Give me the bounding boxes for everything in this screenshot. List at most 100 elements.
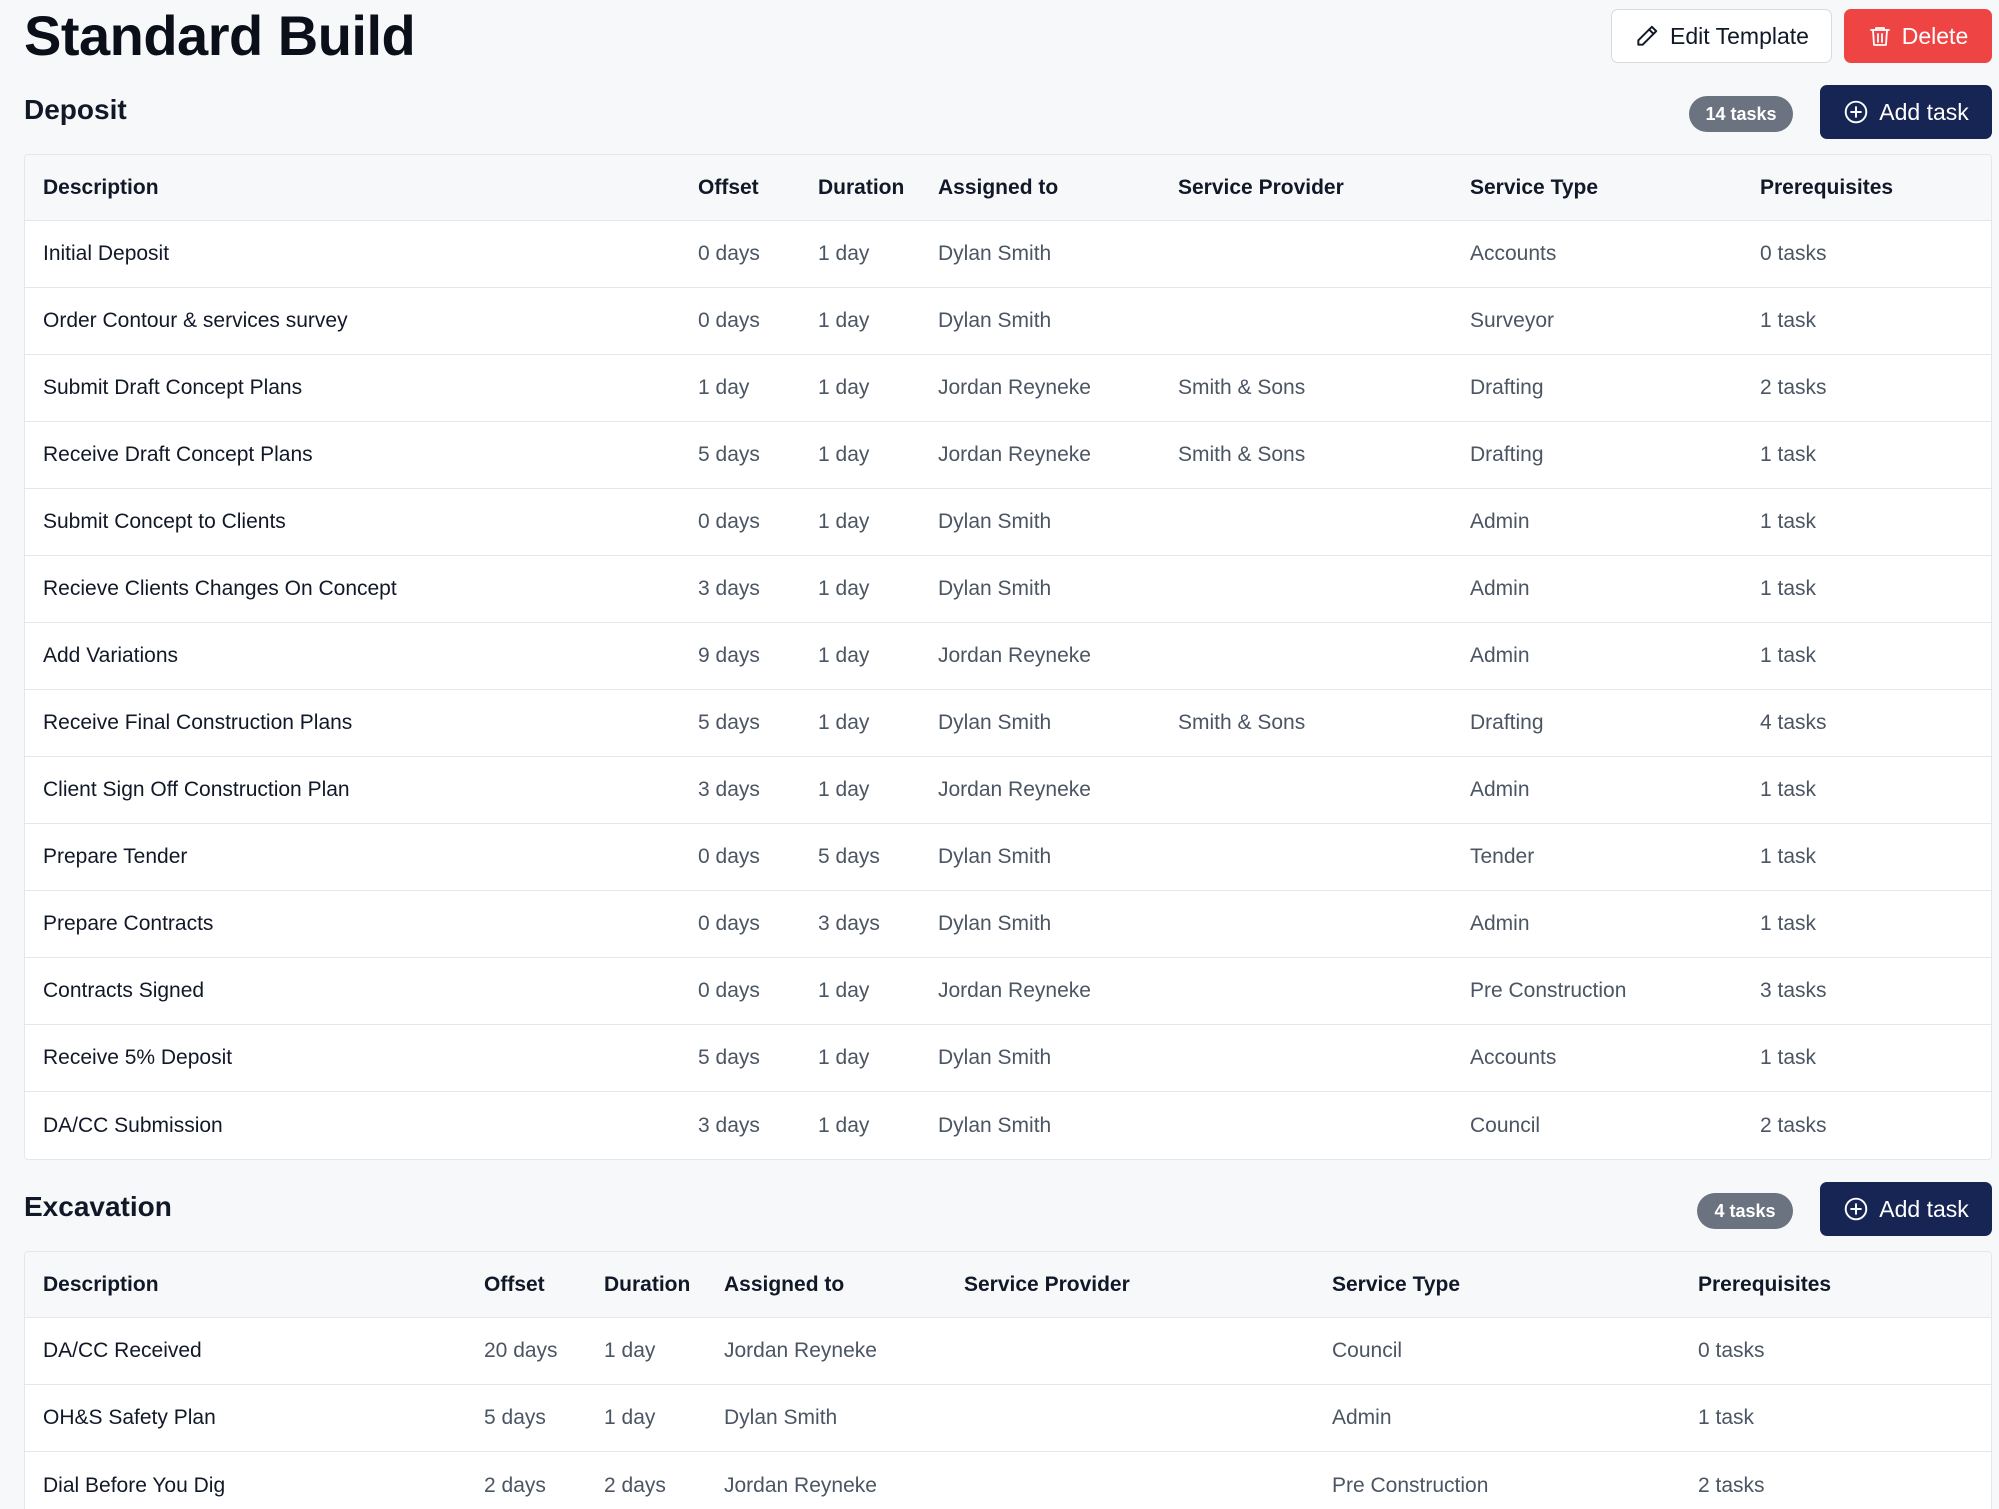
- cell-duration: 1 day: [818, 422, 869, 488]
- cell-duration: 5 days: [818, 824, 880, 890]
- cell-assigned: Dylan Smith: [938, 221, 1051, 287]
- cell-offset: 5 days: [484, 1385, 546, 1451]
- cell-service-type: Admin: [1470, 556, 1530, 622]
- cell-assigned: Jordan Reyneke: [724, 1318, 877, 1384]
- column-header-service-type: Service Type: [1332, 1252, 1460, 1317]
- section-deposit: Deposit14 tasksAdd taskDescriptionOffset…: [24, 76, 1992, 146]
- table-row[interactable]: Contracts Signed0 days1 dayJordan Reynek…: [25, 958, 1991, 1025]
- cell-assigned: Jordan Reyneke: [938, 623, 1091, 689]
- column-header-assigned: Assigned to: [724, 1252, 844, 1317]
- cell-duration: 1 day: [818, 757, 869, 823]
- table-row[interactable]: OH&S Safety Plan5 days1 dayDylan SmithAd…: [25, 1385, 1991, 1452]
- cell-duration: 1 day: [818, 958, 869, 1024]
- section-title: Excavation: [24, 1191, 172, 1223]
- section-header: Deposit 14 tasks Add task: [24, 76, 1992, 146]
- cell-service-type: Drafting: [1470, 690, 1544, 756]
- page: Standard Build Edit Template Delete: [24, 0, 1992, 78]
- cell-description: Receive Final Construction Plans: [43, 690, 352, 756]
- cell-offset: 0 days: [698, 958, 760, 1024]
- cell-offset: 0 days: [698, 824, 760, 890]
- cell-assigned: Dylan Smith: [938, 556, 1051, 622]
- cell-duration: 1 day: [604, 1318, 655, 1384]
- cell-description: Prepare Contracts: [43, 891, 213, 957]
- cell-service-type: Accounts: [1470, 1025, 1556, 1091]
- cell-prerequisites: 3 tasks: [1760, 958, 1827, 1024]
- cell-assigned: Dylan Smith: [938, 690, 1051, 756]
- table-row[interactable]: Submit Concept to Clients0 days1 dayDyla…: [25, 489, 1991, 556]
- column-header-duration: Duration: [818, 155, 904, 220]
- cell-duration: 1 day: [818, 690, 869, 756]
- add-task-button[interactable]: Add task: [1820, 1182, 1992, 1236]
- section-title: Deposit: [24, 94, 127, 126]
- table-row[interactable]: Client Sign Off Construction Plan3 days1…: [25, 757, 1991, 824]
- cell-prerequisites: 1 task: [1760, 891, 1816, 957]
- table-row[interactable]: Recieve Clients Changes On Concept 3 days…: [25, 556, 1991, 623]
- table-row[interactable]: Receive 5% Deposit5 days1 dayDylan Smith…: [25, 1025, 1991, 1092]
- table-row[interactable]: Prepare Contracts0 days3 daysDylan Smith…: [25, 891, 1991, 958]
- cell-offset: 5 days: [698, 1025, 760, 1091]
- cell-duration: 1 day: [818, 355, 869, 421]
- cell-assigned: Jordan Reyneke: [938, 422, 1091, 488]
- cell-service-type: Surveyor: [1470, 288, 1554, 354]
- table-row[interactable]: Add Variations9 days1 dayJordan ReynekeA…: [25, 623, 1991, 690]
- table-row[interactable]: Order Contour & services survey0 days1 d…: [25, 288, 1991, 355]
- cell-offset: 3 days: [698, 556, 760, 622]
- cell-service-type: Admin: [1470, 623, 1530, 689]
- cell-service-type: Pre Construction: [1470, 958, 1626, 1024]
- column-header-offset: Offset: [698, 155, 759, 220]
- edit-template-button[interactable]: Edit Template: [1611, 9, 1832, 63]
- cell-provider: Smith & Sons: [1178, 690, 1305, 756]
- table-row[interactable]: Submit Draft Concept Plans1 day1 dayJord…: [25, 355, 1991, 422]
- table-row[interactable]: Receive Draft Concept Plans5 days1 dayJo…: [25, 422, 1991, 489]
- task-table: DescriptionOffsetDurationAssigned toServ…: [24, 154, 1992, 1160]
- cell-offset: 5 days: [698, 690, 760, 756]
- table-row[interactable]: DA/CC Received20 days1 dayJordan Reyneke…: [25, 1318, 1991, 1385]
- task-count-badge: 4 tasks: [1697, 1193, 1793, 1229]
- column-header-duration: Duration: [604, 1252, 690, 1317]
- table-row[interactable]: Dial Before You Dig2 days2 daysJordan Re…: [25, 1452, 1991, 1509]
- column-header-offset: Offset: [484, 1252, 545, 1317]
- cell-prerequisites: 1 task: [1760, 422, 1816, 488]
- delete-button[interactable]: Delete: [1844, 9, 1992, 63]
- cell-description: Prepare Tender: [43, 824, 187, 890]
- cell-prerequisites: 1 task: [1698, 1385, 1754, 1451]
- cell-duration: 3 days: [818, 891, 880, 957]
- cell-service-type: Tender: [1470, 824, 1534, 890]
- edit-template-label: Edit Template: [1670, 23, 1809, 50]
- cell-description: Receive 5% Deposit: [43, 1025, 232, 1091]
- cell-description: Submit Draft Concept Plans: [43, 355, 302, 421]
- cell-service-type: Admin: [1470, 757, 1530, 823]
- cell-offset: 1 day: [698, 355, 749, 421]
- cell-description: Initial Deposit: [43, 221, 169, 287]
- cell-service-type: Council: [1470, 1092, 1540, 1159]
- table-row[interactable]: Initial Deposit0 days1 dayDylan SmithAcc…: [25, 221, 1991, 288]
- cell-description: OH&S Safety Plan: [43, 1385, 216, 1451]
- table-row[interactable]: Prepare Tender0 days5 daysDylan SmithTen…: [25, 824, 1991, 891]
- page-header: Standard Build Edit Template Delete: [24, 0, 1992, 78]
- task-table: Description Offset Duration Assigned to Serv…: [24, 1251, 1992, 1509]
- plus-circle-icon: [1843, 99, 1869, 125]
- table-row[interactable]: Receive Final Construction Plans 5 days 1 …: [25, 690, 1991, 757]
- cell-description: Contracts Signed: [43, 958, 204, 1024]
- task-count-badge: 14 tasks: [1689, 96, 1793, 132]
- cell-assigned: Jordan Reyneke: [724, 1452, 877, 1509]
- add-task-button[interactable]: Add task: [1820, 85, 1992, 139]
- table-row[interactable]: DA/CC Submission3 days1 dayDylan SmithCo…: [25, 1092, 1991, 1159]
- cell-assigned: Dylan Smith: [938, 891, 1051, 957]
- cell-duration: 1 day: [818, 489, 869, 555]
- cell-description: Dial Before You Dig: [43, 1452, 225, 1509]
- cell-assigned: Dylan Smith: [938, 489, 1051, 555]
- cell-prerequisites: 1 task: [1760, 623, 1816, 689]
- cell-prerequisites: 2 tasks: [1760, 355, 1827, 421]
- cell-description: DA/CC Submission: [43, 1092, 223, 1159]
- table-header: DescriptionOffsetDurationAssigned toServ…: [25, 155, 1991, 221]
- column-header-description: Description: [43, 1252, 159, 1317]
- cell-prerequisites: 1 task: [1760, 757, 1816, 823]
- cell-duration: 1 day: [818, 288, 869, 354]
- section-excavation: Excavation4 tasksAdd taskDescriptionOffs…: [24, 1173, 1992, 1243]
- cell-description: Add Variations: [43, 623, 178, 689]
- cell-duration: 1 day: [818, 221, 869, 287]
- cell-description: Recieve Clients Changes On Concept: [43, 556, 397, 622]
- cell-service-type: Council: [1332, 1318, 1402, 1384]
- cell-prerequisites: 2 tasks: [1760, 1092, 1827, 1159]
